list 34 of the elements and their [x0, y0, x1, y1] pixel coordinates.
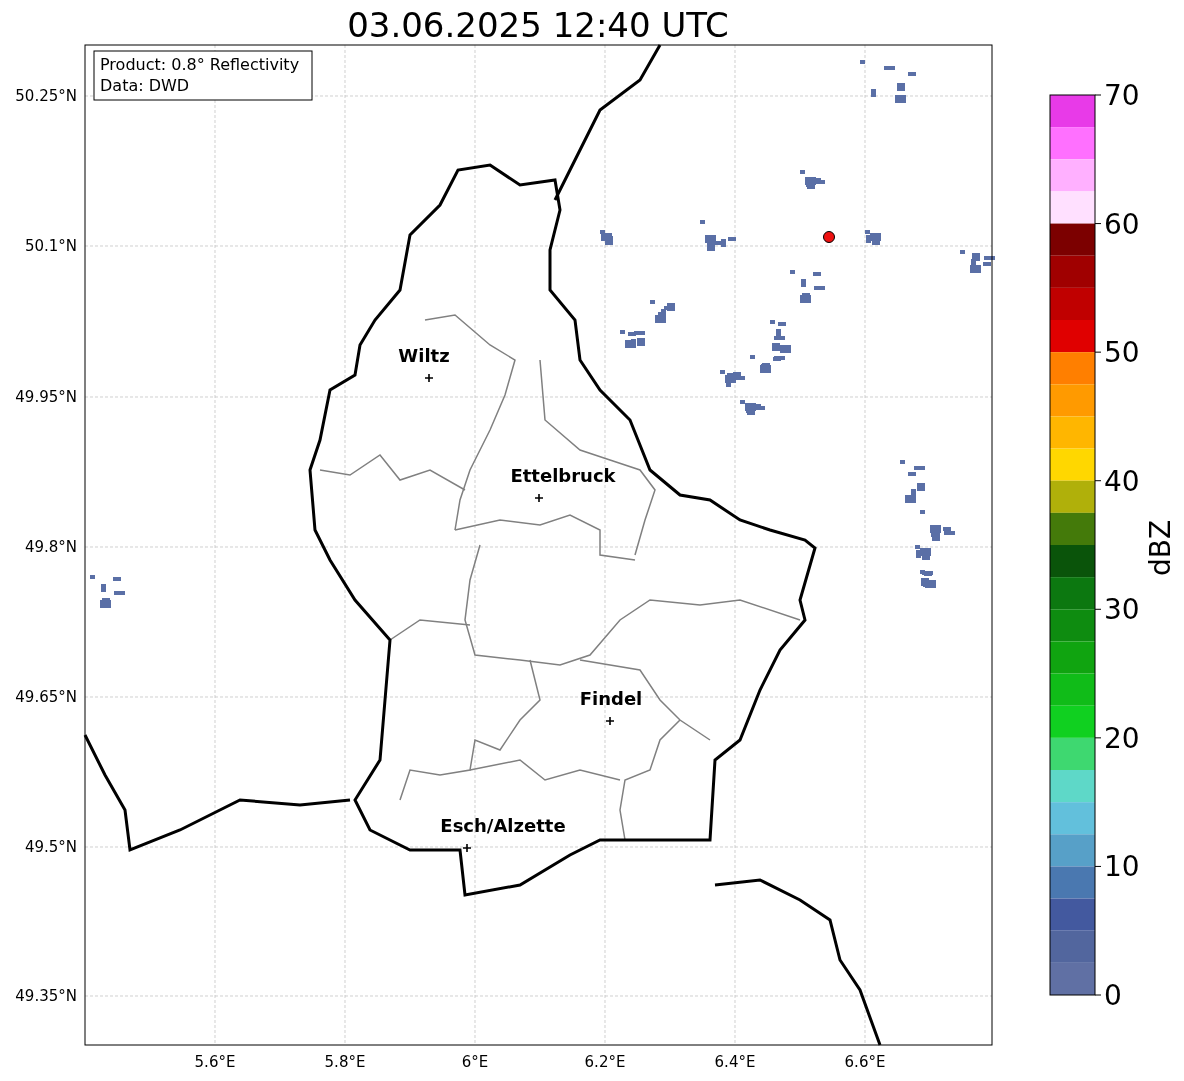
city-marker-icon — [424, 373, 434, 383]
latitude-tick-label: 50.1°N — [24, 237, 77, 255]
city-marker-icon — [605, 716, 615, 726]
latitude-tick-label: 49.8°N — [24, 538, 77, 556]
latitude-tick-label: 49.95°N — [15, 388, 77, 406]
longitude-tick-label: 6.6°E — [844, 1053, 886, 1071]
city-label: Wiltz — [398, 345, 450, 366]
colorbar-tick-label: 30 — [1104, 593, 1140, 627]
latitude-tick-label: 49.65°N — [15, 688, 77, 706]
radar-site-marker — [823, 231, 835, 243]
colorbar-tick-label: 40 — [1104, 464, 1140, 498]
longitude-tick-label: 6.2°E — [584, 1053, 626, 1071]
latitude-tick-label: 49.35°N — [15, 987, 77, 1005]
longitude-tick-label: 5.6°E — [194, 1053, 236, 1071]
info-text: Data: DWD — [100, 76, 190, 95]
colorbar-tick-label: 60 — [1104, 207, 1140, 241]
colorbar-tick-label: 0 — [1104, 979, 1122, 1012]
longitude-tick-label: 5.8°E — [324, 1053, 366, 1071]
latitude-tick-label: 49.5°N — [24, 838, 77, 856]
city-label: Findel — [579, 688, 643, 709]
info-text: Product: 0.8° Reflectivity — [100, 55, 300, 74]
city-label: Ettelbruck — [510, 465, 616, 486]
longitude-tick-label: 6.4°E — [714, 1053, 756, 1071]
colorbar-tick-label: 70 — [1104, 79, 1140, 112]
colorbar-tick-label: 10 — [1104, 850, 1140, 884]
colorbar-label: dBZ — [1144, 519, 1177, 577]
chart-title: 03.06.2025 12:40 UTC — [347, 5, 729, 45]
latitude-tick-label: 50.25°N — [15, 87, 77, 105]
longitude-tick-label: 6°E — [461, 1053, 489, 1071]
city-marker-icon — [462, 843, 472, 853]
colorbar-tick-label: 50 — [1104, 336, 1140, 370]
city-label: Esch/Alzette — [440, 815, 566, 836]
colorbar-tick-label: 20 — [1104, 721, 1140, 755]
city-marker-icon — [534, 493, 544, 503]
